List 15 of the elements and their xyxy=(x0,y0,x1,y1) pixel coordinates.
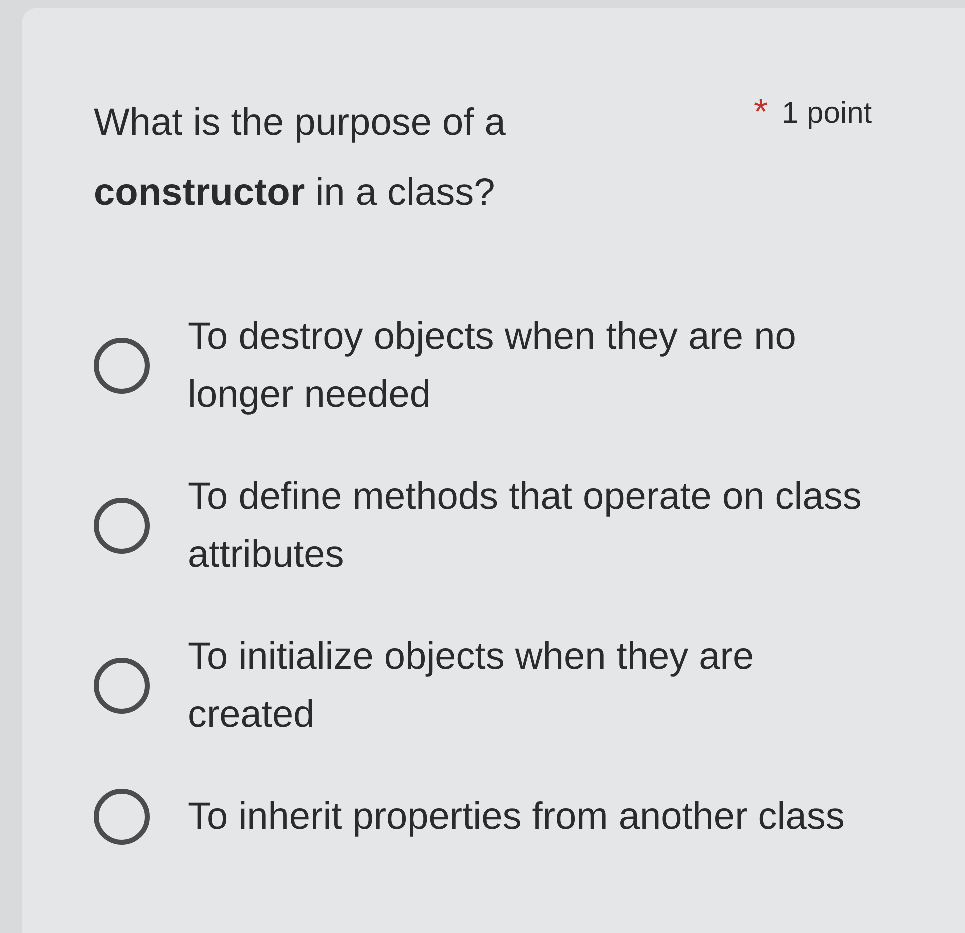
radio-button[interactable] xyxy=(94,789,150,845)
points-label: 1 point xyxy=(782,96,872,132)
answer-option[interactable]: To define methods that operate on class attributes xyxy=(94,468,965,584)
answer-option[interactable]: To inherit properties from another class xyxy=(94,788,965,846)
option-text: To destroy objects when they are no longer needed xyxy=(188,315,798,418)
radio-button[interactable] xyxy=(94,658,150,714)
option-text: To define methods that operate on class attributes xyxy=(188,475,863,578)
question-text: What is the purpose of a constructor in a class? xyxy=(94,101,507,216)
radio-button[interactable] xyxy=(94,498,150,554)
answer-option[interactable]: To destroy objects when they are no longer needed xyxy=(94,308,965,424)
option-text: To initialize objects when they are created xyxy=(188,635,756,738)
radio-button[interactable] xyxy=(94,338,150,394)
option-text: To inherit properties from another class xyxy=(188,795,846,840)
required-mark: * xyxy=(754,94,768,130)
answer-option[interactable]: To initialize objects when they are created xyxy=(94,628,965,744)
